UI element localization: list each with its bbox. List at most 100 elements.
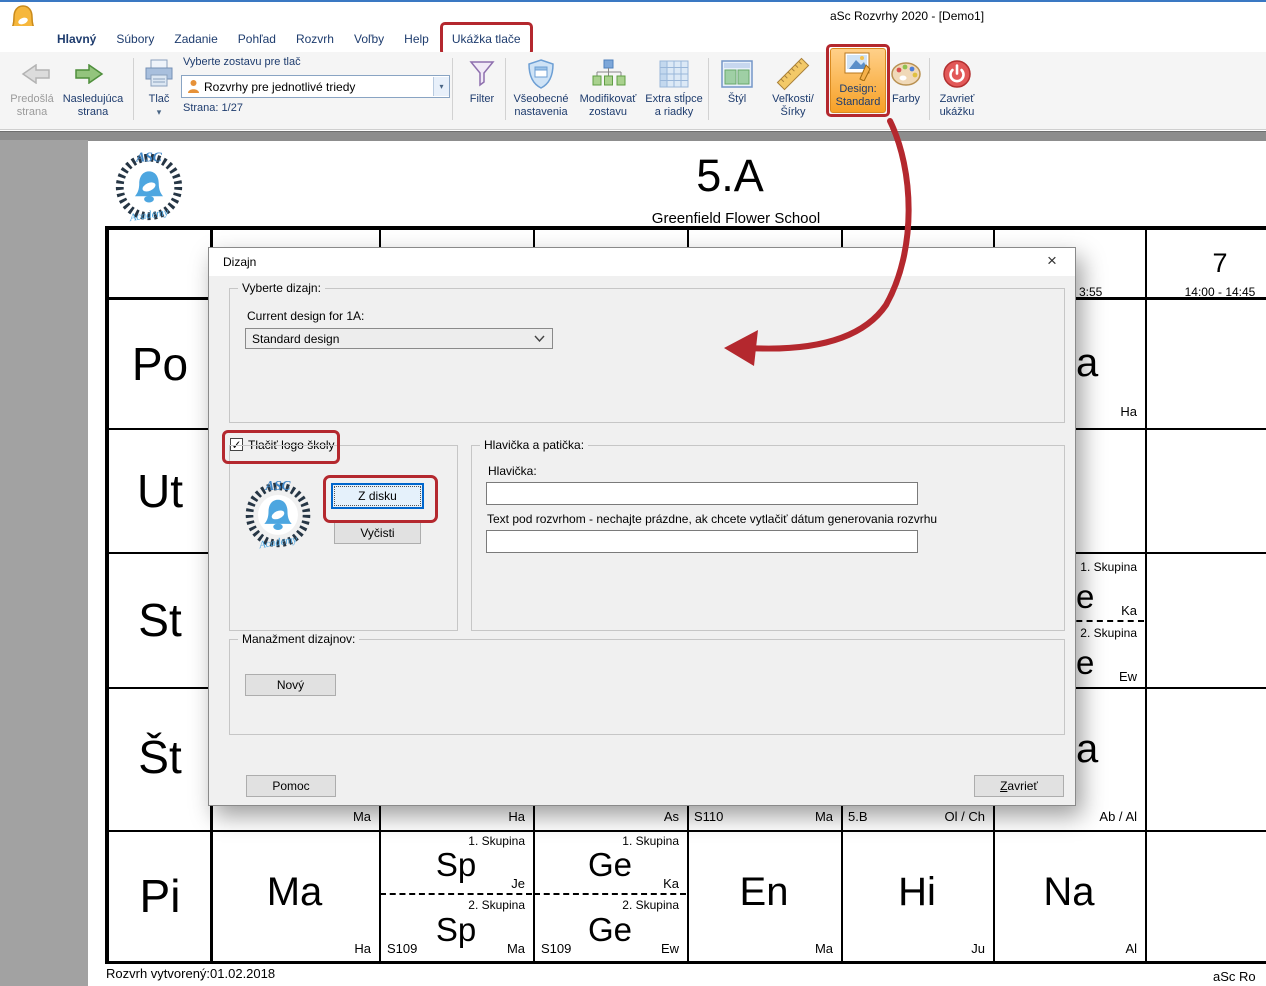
preview-margin-band	[0, 140, 88, 986]
design-management-group-label: Manažment dizajnov:	[238, 632, 359, 646]
menu-rozvrh[interactable]: Rozvrh	[296, 26, 334, 52]
design-select-value: Standard design	[246, 332, 534, 346]
style-button[interactable]: Štýl	[712, 55, 762, 106]
day-po: Po	[110, 337, 210, 391]
lesson-teacher: Al	[1037, 941, 1137, 956]
colors-button[interactable]: Farby	[886, 55, 926, 106]
lesson-teacher: Ew	[579, 941, 679, 956]
palette-icon	[886, 55, 926, 93]
dialog-school-logo: ASC Academy	[240, 475, 316, 556]
lesson-teacher: Je	[425, 876, 525, 891]
design-picture-icon	[831, 49, 885, 83]
design-management-group: Manažment dizajnov:	[229, 639, 1065, 735]
window-edge-strip	[0, 131, 1266, 141]
lesson-teacher: Ab / Al	[1037, 809, 1137, 824]
close-dialog-button[interactable]: Zavrieť	[974, 775, 1064, 797]
arrow-left-icon	[6, 55, 58, 93]
prev-page-button[interactable]: Predošlá strana	[6, 55, 58, 119]
period-6-time-fragment: 3:55	[1079, 285, 1102, 299]
close-preview-button[interactable]: Zavrieť ukážku	[932, 55, 982, 119]
lesson-subject: Ma	[212, 870, 377, 915]
next-page-button[interactable]: Nasledujúca strana	[58, 55, 128, 119]
arrow-right-icon	[58, 55, 128, 93]
lesson-teacher: As	[579, 809, 679, 824]
dropdown-arrow-icon: ▾	[138, 106, 180, 119]
lesson-teacher: Ma	[425, 941, 525, 956]
ribbon-separator	[708, 58, 709, 120]
logo-academy-text: Academy	[257, 534, 298, 551]
lesson-subject: Hi	[843, 870, 991, 915]
menu-pohlad[interactable]: Pohľad	[238, 26, 276, 52]
combo-dropdown-icon[interactable]: ▾	[433, 77, 449, 96]
table-border-bottom	[105, 961, 1266, 964]
style-window-icon	[712, 55, 762, 93]
lesson-class: 5.B	[848, 809, 868, 824]
sizes-widths-button[interactable]: Veľkosti/Šírky	[760, 55, 826, 119]
close-icon[interactable]: ×	[1041, 251, 1063, 271]
header-label: Hlavička:	[488, 464, 537, 478]
current-design-label: Current design for 1A:	[247, 309, 364, 323]
design-standard-button[interactable]: Design: Standard	[830, 48, 886, 113]
help-button[interactable]: Pomoc	[246, 775, 336, 797]
day-pi: Pi	[110, 869, 210, 923]
dialog-title: Dizajn	[223, 255, 256, 269]
lesson-teacher: Ol / Ch	[885, 809, 985, 824]
report-select[interactable]: Rozvrhy pre jednotlivé triedy ▾	[181, 75, 450, 98]
header-input[interactable]	[486, 482, 918, 505]
print-button[interactable]: Tlač ▾	[138, 55, 180, 119]
modify-report-button[interactable]: Modifikovať zostavu	[574, 55, 642, 119]
org-chart-icon	[574, 55, 642, 93]
group-split-line	[534, 893, 686, 895]
filter-funnel-icon	[458, 55, 506, 93]
app-window: aSc Rozvrhy 2020 - [Demo1] Hlavný Súbory…	[0, 0, 1266, 986]
from-disk-annotation	[323, 475, 438, 523]
lesson-teacher: Ha	[425, 809, 525, 824]
menu-ukazka-tlace[interactable]: Ukážka tlače	[440, 22, 533, 56]
grid-line	[105, 830, 1266, 832]
lesson-teacher: Ka	[579, 876, 679, 891]
ribbon-separator	[133, 58, 134, 120]
menu-volby[interactable]: Voľby	[354, 26, 384, 52]
lesson-room: S109	[541, 941, 571, 956]
menu-zadanie[interactable]: Zadanie	[174, 26, 217, 52]
ribbon-separator	[452, 58, 453, 120]
lesson-teacher: Ma	[271, 809, 371, 824]
general-settings-button[interactable]: Všeobecné nastavenia	[508, 55, 574, 119]
lesson-subject: Na	[995, 870, 1143, 915]
new-design-button[interactable]: Nový	[245, 674, 336, 696]
grid-line	[1145, 226, 1147, 964]
menu-bar: Hlavný Súbory Zadanie Pohľad Rozvrh Voľb…	[0, 26, 1266, 52]
asc-watermark-text: aSc Ro	[1213, 969, 1256, 984]
report-select-value: Rozvrhy pre jednotlivé triedy	[200, 80, 433, 94]
logo-academy-text: Academy	[128, 206, 170, 224]
menu-help[interactable]: Help	[404, 26, 429, 52]
lesson-room: S110	[694, 809, 723, 824]
lesson-teacher: Ju	[885, 941, 985, 956]
class-report-icon	[182, 79, 200, 94]
extra-columns-button[interactable]: Extra stĺpce a riadky	[643, 55, 705, 119]
printer-icon	[138, 55, 180, 93]
window-title: aSc Rozvrhy 2020 - [Demo1]	[830, 9, 1090, 23]
design-button-annotation: Design: Standard	[826, 44, 890, 117]
design-select[interactable]: Standard design	[245, 328, 553, 349]
table-border-left	[105, 226, 109, 964]
checkbox-annotation	[222, 430, 340, 464]
menu-hlavny[interactable]: Hlavný	[57, 26, 96, 52]
menu-subory[interactable]: Súbory	[116, 26, 154, 52]
shield-icon	[508, 55, 574, 93]
school-logo: ASC Academy	[110, 146, 188, 229]
title-bar: aSc Rozvrhy 2020 - [Demo1]	[0, 2, 1266, 26]
footer-input[interactable]	[486, 530, 918, 553]
filter-button[interactable]: Filter	[458, 55, 506, 106]
table-border-top	[105, 226, 1266, 230]
power-icon	[932, 55, 982, 93]
header-footer-group-label: Hlavička a patička:	[480, 438, 588, 452]
lesson-subject: En	[689, 870, 839, 915]
dialog-title-bar[interactable]: Dizajn ×	[209, 248, 1075, 276]
ribbon-toolbar: Predošlá strana Nasledujúca strana Tlač …	[0, 52, 1266, 130]
group-2-label: 2. Skupina	[425, 898, 525, 912]
clear-logo-button[interactable]: Vyčisti	[334, 522, 421, 544]
group-2-label: 2. Skupina	[579, 898, 679, 912]
chevron-down-icon	[534, 335, 552, 342]
footer-label: Text pod rozvrhom - nechajte prázdne, ak…	[487, 512, 937, 526]
